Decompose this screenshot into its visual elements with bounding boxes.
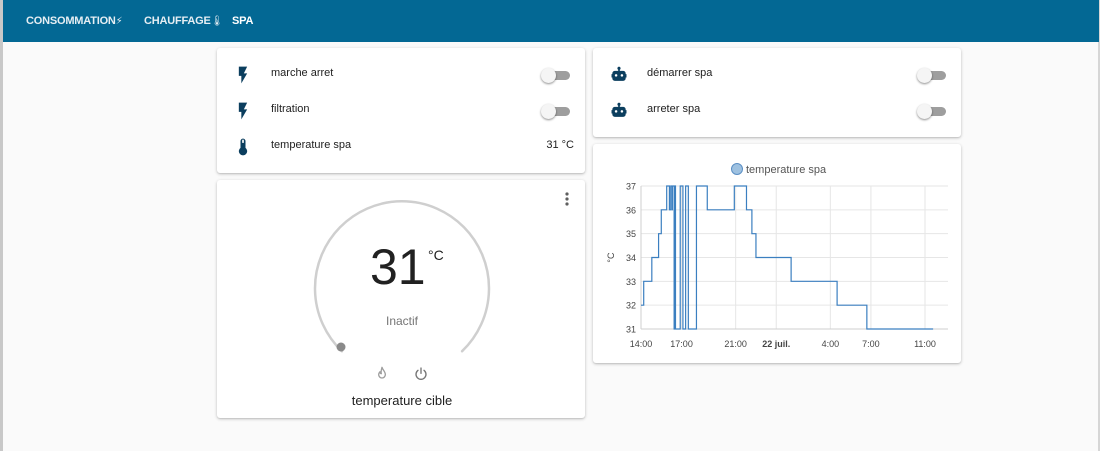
tab-label: SPA xyxy=(232,15,254,27)
toggle-demarrer-spa[interactable] xyxy=(917,68,946,83)
x-tick-label: 14:00 xyxy=(630,339,653,349)
y-axis-label: °C xyxy=(606,252,616,263)
toggle-marche-arret[interactable] xyxy=(541,68,570,83)
robot-icon xyxy=(609,101,629,121)
x-tick-label: 21:00 xyxy=(724,339,747,349)
entity-row-temperature-spa[interactable]: temperature spa 31 °C xyxy=(217,128,585,164)
x-tick-label: 22 juil. xyxy=(762,339,790,349)
entity-label: démarrer spa xyxy=(647,67,713,79)
thermometer-emoji-icon: 🌡 xyxy=(210,16,224,27)
temperature-unit: °C xyxy=(428,247,444,263)
dial-handle[interactable] xyxy=(336,342,346,352)
lightning-emoji-icon: ⚡ xyxy=(115,16,123,27)
lightning-icon xyxy=(233,101,253,121)
x-tick-label: 17:00 xyxy=(670,339,693,349)
top-nav-bar: CONSOMMATION⚡ CHAUFFAGE🌡 SPA xyxy=(3,0,1099,42)
x-tick-label: 11:00 xyxy=(914,339,936,349)
robot-icon xyxy=(609,65,629,85)
x-tick-label: 7:00 xyxy=(862,339,880,349)
current-temperature: 31 xyxy=(370,239,426,295)
power-icon[interactable] xyxy=(413,366,429,382)
y-tick-label: 31 xyxy=(626,325,636,335)
y-tick-label: 36 xyxy=(626,205,636,215)
history-graph-card: temperature spa 31 32 33 34 35 36 37 14:00 17:00… xyxy=(593,144,961,363)
y-tick-label: 32 xyxy=(626,301,636,311)
entity-label: marche arret xyxy=(271,67,334,79)
tab-label: CHAUFFAGE xyxy=(144,15,211,27)
thermostat-name: temperature cible xyxy=(351,393,453,408)
entity-row-marche-arret[interactable]: marche arret xyxy=(217,56,585,92)
toggle-filtration[interactable] xyxy=(541,104,570,119)
y-tick-label: 35 xyxy=(626,229,636,239)
flame-icon[interactable] xyxy=(374,366,390,382)
y-tick-label: 34 xyxy=(626,253,636,263)
tab-spa[interactable]: SPA xyxy=(232,15,253,27)
y-tick-label: 37 xyxy=(626,182,636,192)
toggle-arreter-spa[interactable] xyxy=(917,104,946,119)
entity-value: 31 °C xyxy=(546,139,574,151)
lightning-icon xyxy=(233,65,253,85)
tab-label: CONSOMMATION xyxy=(26,15,116,27)
entity-label: arreter spa xyxy=(647,103,701,115)
hvac-mode: Inactif xyxy=(385,314,418,328)
entity-row-arreter-spa[interactable]: arreter spa xyxy=(593,92,961,128)
thermometer-icon xyxy=(233,137,253,157)
entity-label: temperature spa xyxy=(271,139,352,151)
entity-row-filtration[interactable]: filtration xyxy=(217,92,585,128)
x-tick-label: 4:00 xyxy=(822,339,840,349)
tab-chauffage[interactable]: CHAUFFAGE🌡 xyxy=(144,15,223,27)
window-left-border xyxy=(0,0,3,451)
entities-card-scripts: démarrer spa arreter spa xyxy=(593,48,961,137)
entity-label: filtration xyxy=(271,103,310,115)
y-tick-label: 33 xyxy=(626,277,636,287)
temperature-line-chart[interactable]: 31 32 33 34 35 36 37 14:00 17:00 21:00 22 juil. 4:0… xyxy=(593,144,961,363)
thermostat-card: 31 °C Inactif temperature cible xyxy=(217,180,585,418)
tab-consommation[interactable]: CONSOMMATION⚡ xyxy=(26,15,123,27)
entity-row-demarrer-spa[interactable]: démarrer spa xyxy=(593,56,961,92)
entities-card-spa: marche arret filtration temperature spa … xyxy=(217,48,585,173)
